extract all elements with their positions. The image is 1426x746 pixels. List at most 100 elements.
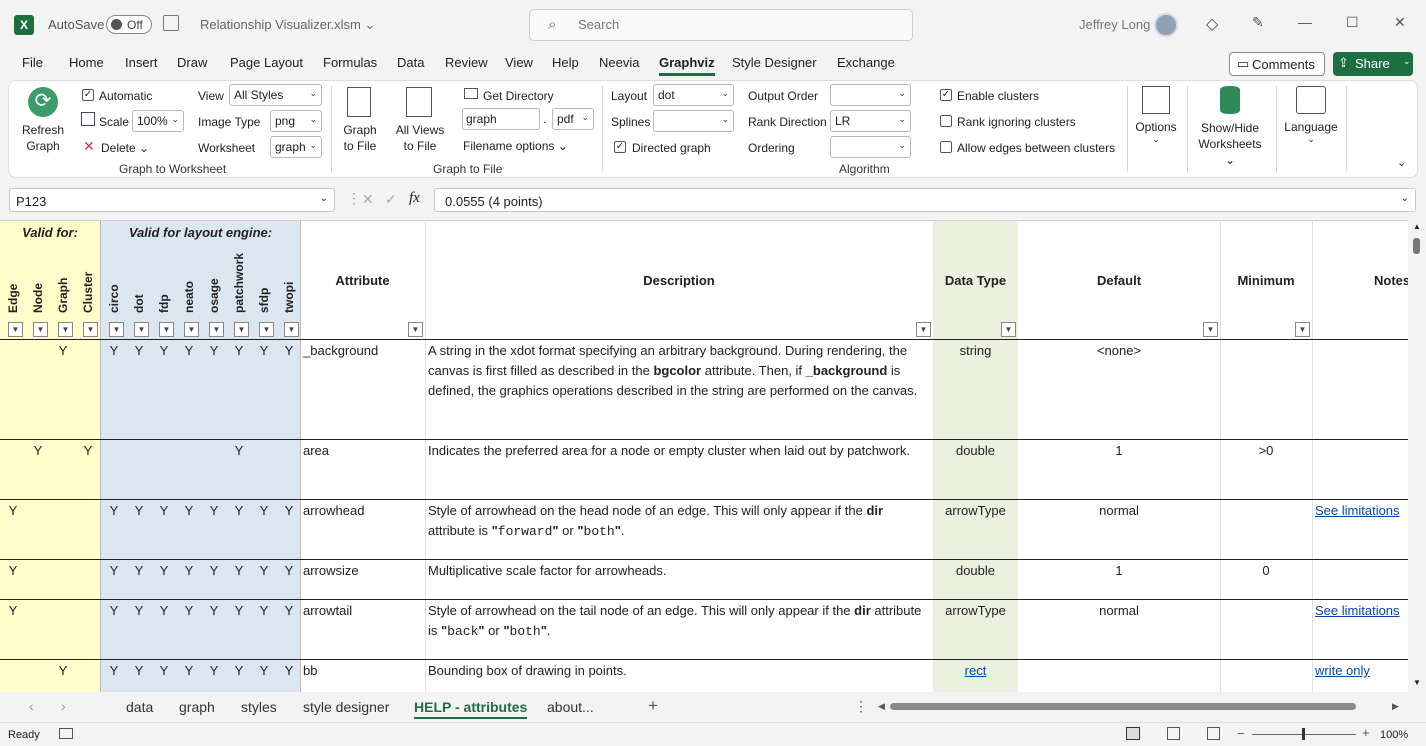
filter-icon[interactable]: ▼: [408, 322, 423, 337]
sheet-tab-about[interactable]: about...: [547, 699, 594, 715]
filter-icon[interactable]: ▼: [184, 322, 199, 337]
filter-icon[interactable]: ▼: [1203, 322, 1218, 337]
save-icon[interactable]: [163, 15, 179, 31]
sheet-tab-data[interactable]: data: [126, 699, 153, 715]
filter-icon[interactable]: ▼: [1295, 322, 1310, 337]
filter-icon[interactable]: ▼: [159, 322, 174, 337]
show-hide-worksheets-button[interactable]: Show/Hide Worksheets ⌄: [1194, 120, 1266, 168]
maximize-icon[interactable]: ☐: [1346, 14, 1359, 31]
menu-tab-formulas[interactable]: Formulas: [323, 55, 377, 70]
menu-tab-graphviz[interactable]: Graphviz: [659, 55, 715, 76]
scroll-left-icon[interactable]: ◀: [878, 701, 885, 712]
extension-select[interactable]: pdf ⌄: [552, 108, 594, 130]
menu-tab-draw[interactable]: Draw: [177, 55, 207, 70]
ordering-select[interactable]: ⌄: [830, 136, 911, 158]
diamond-icon[interactable]: ◇: [1206, 14, 1218, 34]
normal-view-icon[interactable]: [1126, 727, 1140, 740]
filter-icon[interactable]: ▼: [8, 322, 23, 337]
next-sheet-icon[interactable]: ›: [61, 698, 66, 714]
get-directory-button[interactable]: Get Directory: [483, 89, 554, 103]
table-row[interactable]: Y Y Y Y Y Y Y Y Yarrowhead Style of arrowhead on …: [0, 500, 1408, 560]
delete-button[interactable]: Delete ⌄: [101, 141, 149, 155]
options-button[interactable]: Options ⌄: [1135, 120, 1177, 145]
more-options-icon[interactable]: ⋮: [854, 698, 868, 715]
allow-edges-checkbox[interactable]: [940, 141, 952, 153]
filter-icon[interactable]: ▼: [109, 322, 124, 337]
rank-ignoring-clusters-checkbox[interactable]: [940, 115, 952, 127]
menu-tab-page-layout[interactable]: Page Layout: [230, 55, 303, 70]
ribbon-collapse-icon[interactable]: ⌄: [1397, 156, 1406, 169]
filter-icon[interactable]: ▼: [1001, 322, 1016, 337]
file-name[interactable]: Relationship Visualizer.xlsm ⌄: [200, 17, 375, 33]
layout-select[interactable]: dot ⌄: [653, 84, 734, 106]
language-icon[interactable]: [1296, 86, 1326, 114]
accessibility-icon[interactable]: [59, 728, 73, 739]
table-row[interactable]: Y Y Y Y Y Y Y Y Ybb Bounding box of drawing in po…: [0, 660, 1408, 692]
worksheet-select[interactable]: graph ⌄: [270, 136, 322, 158]
all-views-to-file-button[interactable]: All Views to File: [393, 122, 447, 154]
pen-icon[interactable]: ✎: [1252, 14, 1264, 31]
sheet-tab-style-designer[interactable]: style designer: [303, 699, 389, 715]
avatar[interactable]: [1154, 13, 1178, 37]
menu-tab-style-designer[interactable]: Style Designer: [732, 55, 817, 70]
filter-icon[interactable]: ▼: [234, 322, 249, 337]
menu-tab-view[interactable]: View: [505, 55, 533, 70]
table-row[interactable]: Y Y Yarea Indicates the preferred area for …: [0, 440, 1408, 500]
directed-graph-checkbox[interactable]: ✓: [614, 141, 626, 153]
zoom-in-icon[interactable]: +: [1362, 725, 1370, 740]
enable-clusters-checkbox[interactable]: ✓: [940, 89, 952, 101]
name-box[interactable]: P123 ⌄: [9, 188, 335, 212]
filter-icon[interactable]: ▼: [284, 322, 299, 337]
filter-icon[interactable]: ▼: [209, 322, 224, 337]
graph-to-file-button[interactable]: Graph to File: [340, 122, 380, 154]
menu-tab-file[interactable]: File: [22, 55, 43, 70]
share-button[interactable]: ⇪ Share ⌄: [1333, 52, 1413, 76]
rank-direction-select[interactable]: LR ⌄: [830, 110, 911, 132]
filter-icon[interactable]: ▼: [33, 322, 48, 337]
menu-tab-insert[interactable]: Insert: [125, 55, 158, 70]
graph-to-file-icon[interactable]: [347, 87, 371, 117]
horizontal-scroll-thumb[interactable]: [890, 703, 1356, 710]
automatic-checkbox[interactable]: ✓: [82, 89, 94, 101]
cancel-icon[interactable]: ✕: [362, 191, 374, 208]
page-break-icon[interactable]: [1207, 727, 1220, 740]
splines-select[interactable]: ⌄: [653, 110, 734, 132]
notes-link[interactable]: See limitations: [1315, 601, 1400, 621]
add-sheet-icon[interactable]: +: [648, 696, 658, 716]
close-icon[interactable]: ✕: [1394, 14, 1406, 31]
menu-tab-help[interactable]: Help: [552, 55, 579, 70]
vertical-scrollbar[interactable]: ▲ ▼: [1408, 220, 1426, 692]
filename-input[interactable]: graph: [462, 108, 540, 130]
search-box[interactable]: ⌕ Search: [529, 9, 913, 41]
refresh-icon[interactable]: ⟳: [28, 87, 58, 117]
filter-icon[interactable]: ▼: [259, 322, 274, 337]
scroll-right-icon[interactable]: ▶: [1392, 701, 1399, 712]
language-button[interactable]: Language ⌄: [1284, 120, 1338, 145]
filter-icon[interactable]: ▼: [916, 322, 931, 337]
sheet-tab-graph[interactable]: graph: [179, 699, 215, 715]
prev-sheet-icon[interactable]: ‹: [29, 698, 34, 714]
insert-function-icon[interactable]: fx: [409, 190, 420, 207]
scroll-up-icon[interactable]: ▲: [1413, 222, 1421, 231]
table-row[interactable]: Y Y Y Y Y Y Y Y Yarrowtail Style of arrowhead on …: [0, 600, 1408, 660]
all-views-icon[interactable]: [406, 87, 432, 117]
notes-link[interactable]: write only: [1315, 661, 1370, 681]
comments-button[interactable]: ▭ Comments: [1229, 52, 1325, 76]
minimize-icon[interactable]: —: [1298, 14, 1312, 30]
share-dropdown-icon[interactable]: ⌄: [1403, 56, 1411, 67]
database-icon[interactable]: [1220, 86, 1240, 114]
table-row[interactable]: Y Y Y Y Y Y Y Y Y _background A string in the xdot…: [0, 340, 1408, 440]
zoom-out-icon[interactable]: −: [1237, 726, 1245, 741]
options-icon[interactable]: [1142, 86, 1170, 114]
formula-input[interactable]: 0.0555 (4 points) ⌄: [434, 188, 1416, 212]
menu-tab-review[interactable]: Review: [445, 55, 488, 70]
menu-tab-home[interactable]: Home: [69, 55, 104, 70]
filename-options-button[interactable]: Filename options ⌄: [463, 139, 568, 153]
scale-select[interactable]: 100% ⌄: [132, 110, 184, 132]
menu-tab-exchange[interactable]: Exchange: [837, 55, 895, 70]
table-row[interactable]: Y Y Y Y Y Y Y Y Yarrowsize Multiplicative scale f…: [0, 560, 1408, 600]
filter-icon[interactable]: ▼: [83, 322, 98, 337]
refresh-graph-button[interactable]: Refresh Graph: [20, 122, 66, 154]
autosave-toggle[interactable]: Off: [106, 15, 152, 34]
scroll-down-icon[interactable]: ▼: [1413, 678, 1421, 687]
